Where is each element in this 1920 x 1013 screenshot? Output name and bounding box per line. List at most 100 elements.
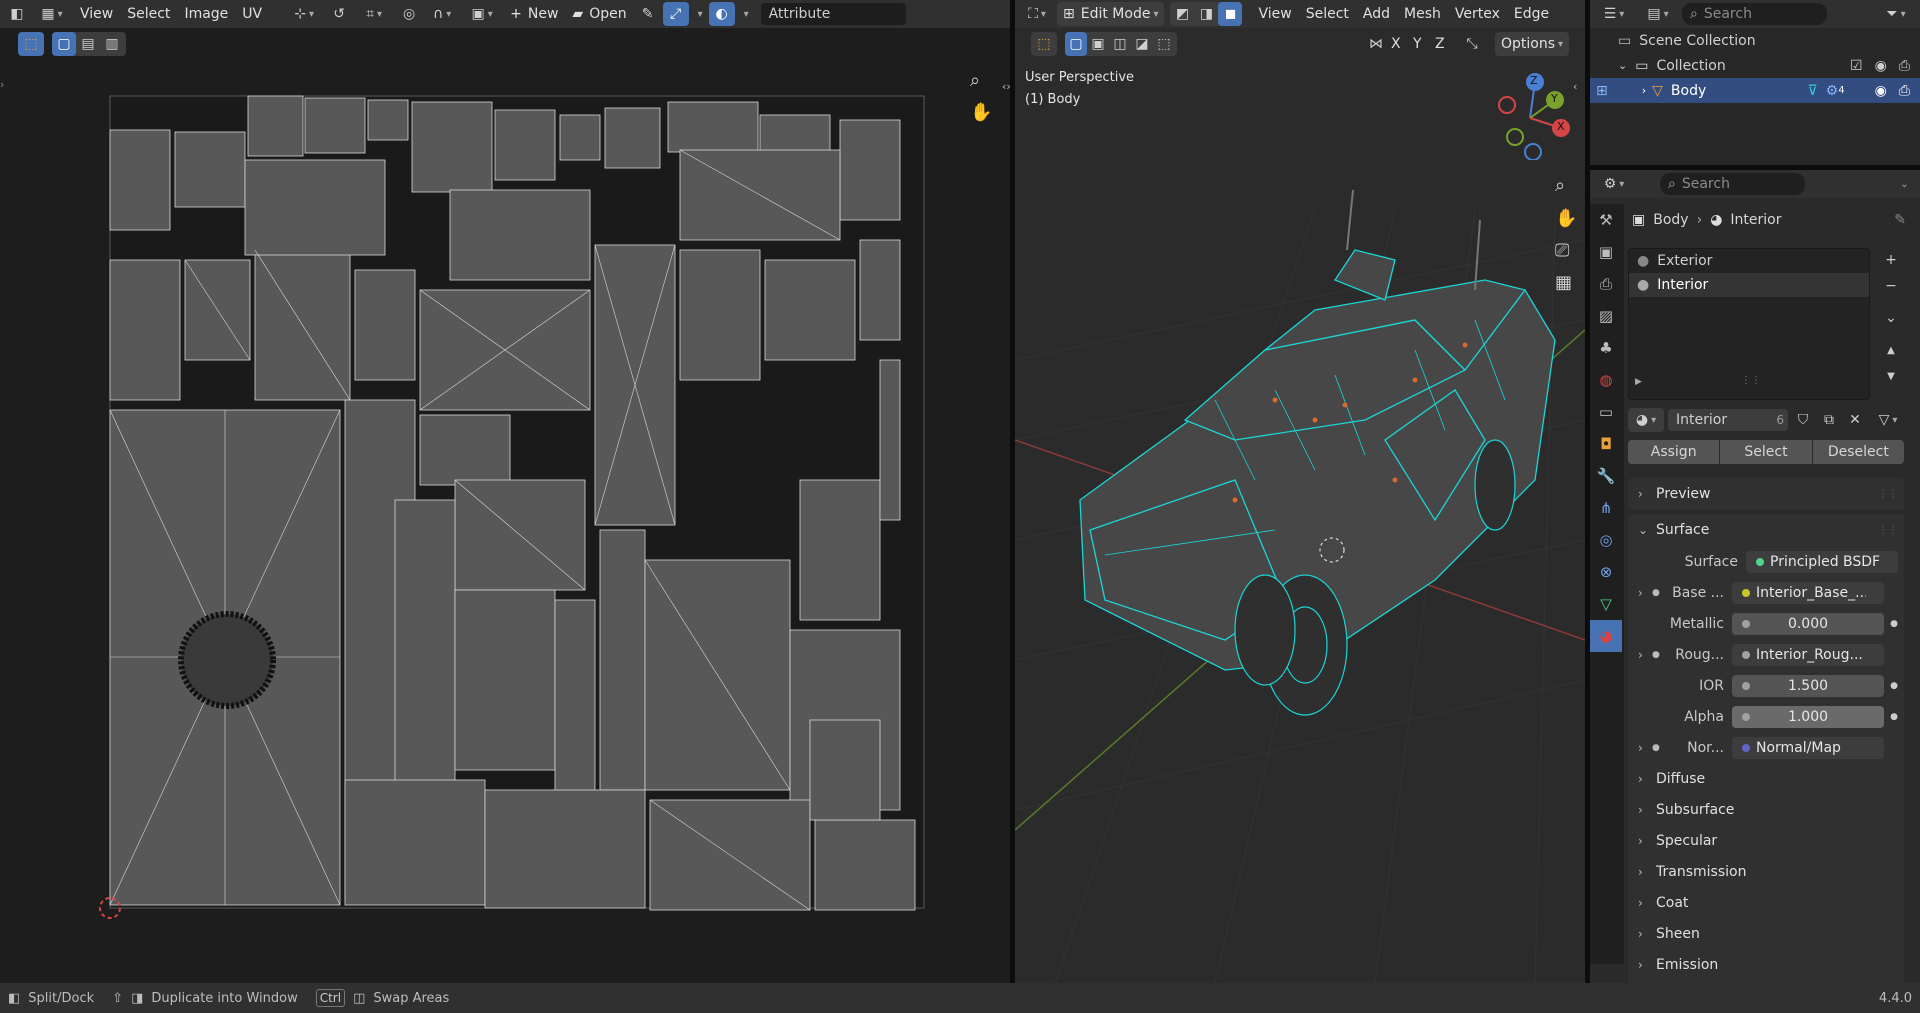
viewport-zoom-icon[interactable]: ⌕ [1555,175,1565,196]
uv-menu-image[interactable]: Image [178,2,234,26]
move-slot-up-icon[interactable]: ▲ [1878,338,1904,362]
select-extend-icon[interactable]: ▣ [1087,32,1109,56]
overlay-dropdown-icon[interactable]: ▾ [737,2,753,26]
face-select-icon[interactable]: ▥ [100,32,124,56]
falloff-icon[interactable]: ∩ ▾ [424,2,460,26]
fake-user-icon[interactable]: ⛉ [1792,408,1814,432]
body-eye-icon[interactable]: ◉ [1875,83,1887,99]
proportional-edit-icon[interactable]: ◎ [396,2,422,26]
properties-options-icon[interactable]: ⌄ [1890,172,1916,196]
pin-properties-icon[interactable]: ✎ [1894,212,1906,228]
pivot-icon[interactable]: ⊹ ▾ [284,2,324,26]
vp-menu-view[interactable]: View [1252,2,1297,26]
camera-view-icon[interactable]: ⎚ [1555,240,1569,261]
new-image-button[interactable]: + New [504,2,564,26]
viewport-canvas[interactable]: User Perspective (1) Body Z Y X ⌕ ✋ ⎚ ▦ … [1015,60,1585,983]
add-slot-icon[interactable]: + [1878,248,1904,272]
ortho-toggle-icon[interactable]: ▦ [1555,272,1572,293]
list-resize-handle-icon[interactable]: ⋮⋮ [1741,375,1761,386]
select-invert-icon[interactable]: ◪ [1131,32,1153,56]
uv-sync-icon[interactable]: ⤢ [662,2,689,26]
socket-value-field[interactable]: 1.000 [1732,705,1884,728]
unlink-material-icon[interactable]: ✕ [1844,408,1866,432]
output-tab-icon[interactable]: ⎙ [1590,268,1622,300]
vp-menu-mesh[interactable]: Mesh [1398,2,1447,26]
view-layer-tab-icon[interactable]: ▨ [1590,300,1622,332]
properties-search-field[interactable]: ⌕ Search [1660,173,1805,195]
mirror-x-toggle[interactable]: X [1387,32,1405,56]
vertex-mode-icon[interactable]: ◩ [1170,2,1194,26]
surface-shader-field[interactable]: Principled BSDF [1746,550,1898,573]
image-browse-icon[interactable]: ▣ ▾ [462,2,502,26]
socket-value-field[interactable]: Interior_Roug... [1732,643,1884,666]
outliner-row-body[interactable]: ⊞ › ▽ Body ⊽ ⚙ 4 ◉ ⎙ [1590,78,1920,103]
socket-value-field[interactable]: 1.500 [1732,674,1884,697]
outliner-row-collection[interactable]: ⌄ ▭ Collection ☑ ◉ ⎙ [1590,53,1920,78]
vertex-select-icon[interactable]: ▢ [52,32,76,56]
subpanel-header[interactable]: › Specular [1628,825,1904,856]
preview-panel-header[interactable]: › Preview ⋮⋮ [1628,478,1904,510]
list-expand-icon[interactable]: ▶ [1635,377,1642,387]
zoom-icon[interactable]: ⌕ [970,70,980,91]
particles-tab-icon[interactable]: ⋔ [1590,492,1622,524]
edge-select-icon[interactable]: ▤ [76,32,100,56]
socket-value-field[interactable]: Interior_Base_... [1732,581,1884,604]
subpanel-header[interactable]: › Subsurface [1628,794,1904,825]
body-camera-icon[interactable]: ⎙ [1899,83,1910,99]
uv-menu-uv[interactable]: UV [236,2,268,26]
vp-menu-edge[interactable]: Edge [1508,2,1555,26]
subpanel-header[interactable]: › Diffuse [1628,763,1904,794]
display-mode-icon[interactable]: ▤ ▾ [1638,2,1678,26]
select-intersect-icon[interactable]: ⬚ [1153,32,1175,56]
select-new-icon[interactable]: ▢ [1065,32,1087,56]
pan-hand-icon[interactable]: ✋ [970,102,992,123]
world-tab-icon[interactable]: ◍ [1590,364,1622,396]
subpanel-header[interactable]: › Transmission [1628,856,1904,887]
scene-tab-icon[interactable]: ♣ [1590,332,1622,364]
browse-material-icon[interactable]: ◕ ▾ [1628,408,1664,432]
modifier-tab-icon[interactable]: 🔧 [1590,460,1622,492]
socket-value-field[interactable]: Normal/Map [1732,736,1884,759]
material-slot-exterior[interactable]: ● Exterior [1629,249,1869,273]
snap-icon[interactable]: ⌗ ▾ [354,2,394,26]
outliner-row-scene-collection[interactable]: ▭ Scene Collection [1590,28,1920,53]
move-slot-down-icon[interactable]: ▼ [1878,364,1904,388]
camera-icon[interactable]: ⎙ [1899,58,1910,74]
deselect-button[interactable]: Deselect [1813,440,1904,464]
select-subtract-icon[interactable]: ◫ [1109,32,1131,56]
drag-handle-icon[interactable]: ⋮⋮ [1878,489,1898,500]
constraints-tab-icon[interactable]: ⊗ [1590,556,1622,588]
vp-select-tool-icon[interactable]: ⬚ [1031,32,1057,56]
vp-menu-add[interactable]: Add [1357,2,1396,26]
subpanel-header[interactable]: › Coat [1628,887,1904,918]
mirror-icon[interactable]: ⋈ [1363,32,1389,56]
surface-drag-handle-icon[interactable]: ⋮⋮ [1878,525,1898,536]
mode-dropdown[interactable]: ⊞ Edit Mode ▾ [1057,2,1165,26]
material-slot-interior[interactable]: ● Interior [1629,273,1869,297]
uv-menu-select[interactable]: Select [121,2,176,26]
select-button[interactable]: Select [1720,440,1813,464]
select-box-tool-icon[interactable]: ⬚ [18,32,44,56]
outliner-search-field[interactable]: ⌕ Search [1682,3,1827,25]
socket-value-field[interactable]: 0.000 [1732,612,1884,635]
sync-dropdown-icon[interactable]: ▾ [691,2,707,26]
navigation-gizmo[interactable]: Z Y X [1485,70,1575,161]
render-tab-icon[interactable]: ▣ [1590,236,1622,268]
vp-menu-vertex[interactable]: Vertex [1449,2,1506,26]
viewport-pan-icon[interactable]: ✋ [1555,208,1577,229]
expand-socket-icon[interactable]: › [1628,741,1652,755]
uv-canvas[interactable]: ⌕ ✋ [0,60,1010,983]
edge-mode-icon[interactable]: ◨ [1194,2,1218,26]
object-tab-icon[interactable]: ◘ [1590,428,1622,460]
pin-icon[interactable]: ✎ [635,2,661,26]
keyframe-dot-icon[interactable]: ● [1884,619,1898,629]
filter-icon[interactable]: ⏷ ▾ [1876,2,1916,26]
select-mode-icon[interactable]: ◧ [4,2,30,26]
uv-menu-view[interactable]: View [74,2,119,26]
assign-button[interactable]: Assign [1628,440,1721,464]
open-image-button[interactable]: ▰ Open [566,2,632,26]
auto-merge-icon[interactable]: ⤡ [1459,32,1485,56]
outliner-editor-type-icon[interactable]: ☰ ▾ [1594,2,1634,26]
properties-editor-type-icon[interactable]: ⚙ ▾ [1594,172,1634,196]
options-dropdown[interactable]: Options ▾ [1495,32,1570,56]
